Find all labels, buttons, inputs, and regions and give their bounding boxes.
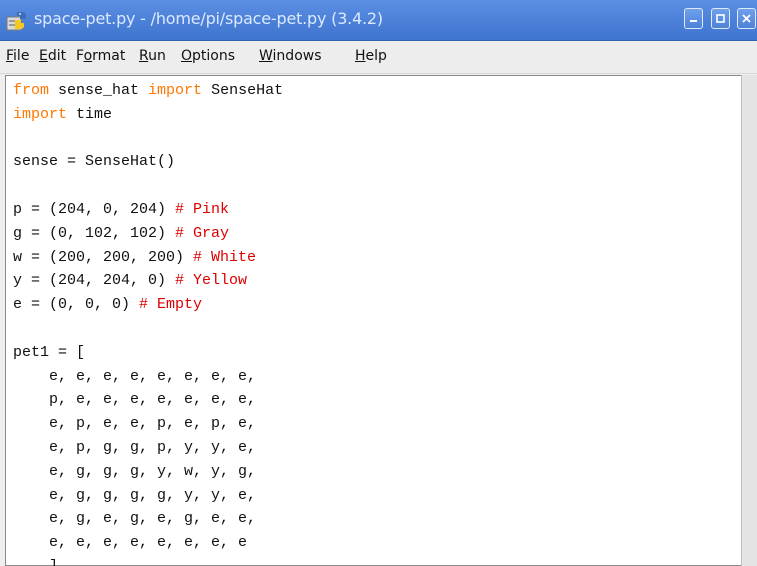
code-line-16: e, p, g, g, p, y, y, e, [13,438,257,456]
code-line-9: y = (204, 204, 0) # Yellow [13,272,248,290]
code-line-18: e, g, g, g, g, y, y, e, [13,486,257,504]
title-bar[interactable]: space-pet.py - /home/pi/space-pet.py (3.… [0,0,757,41]
maximize-icon [716,14,725,23]
menu-format[interactable]: Format [76,48,125,64]
menu-help[interactable]: Help [355,48,387,64]
code-line-8: w = (200, 200, 200) # White [13,248,257,266]
code-line-21: ] [13,558,58,566]
minimize-icon [690,20,697,22]
code-line-15: e, p, e, e, p, e, p, e, [13,415,257,433]
idle-editor-window: space-pet.py - /home/pi/space-pet.py (3.… [0,0,757,566]
code-line-19: e, g, e, g, e, g, e, e, [13,510,257,528]
code-text[interactable]: from sense_hat import SenseHat import ti… [13,79,283,566]
code-line-7: g = (0, 102, 102) # Gray [13,224,230,242]
code-line-2: import time [13,105,113,123]
menu-options[interactable]: Options [181,48,235,64]
code-line-1: from sense_hat import SenseHat [13,82,284,99]
window-title: space-pet.py - /home/pi/space-pet.py (3.… [34,9,383,28]
code-line-12: pet1 = [ [13,343,86,361]
code-line-17: e, g, g, g, y, w, y, g, [13,462,257,480]
python-app-icon [6,12,26,31]
close-button[interactable] [737,8,756,29]
code-line-4: sense = SenseHat() [13,153,176,171]
menu-file[interactable]: File [6,48,29,64]
vertical-scrollbar[interactable] [741,75,757,566]
code-line-14: p, e, e, e, e, e, e, e, [13,391,257,409]
close-icon [742,14,751,23]
code-line-13: e, e, e, e, e, e, e, e, [13,367,257,385]
menu-bar: File Edit Format Run Options Windows Hel… [0,41,757,74]
code-line-6: p = (204, 0, 204) # Pink [13,200,230,218]
code-line-10: e = (0, 0, 0) # Empty [13,296,203,314]
menu-run[interactable]: Run [139,48,166,64]
minimize-button[interactable] [684,8,703,29]
maximize-button[interactable] [711,8,730,29]
menu-windows[interactable]: Windows [259,48,322,64]
menu-edit[interactable]: Edit [39,48,66,64]
code-line-20: e, e, e, e, e, e, e, e [13,534,248,552]
